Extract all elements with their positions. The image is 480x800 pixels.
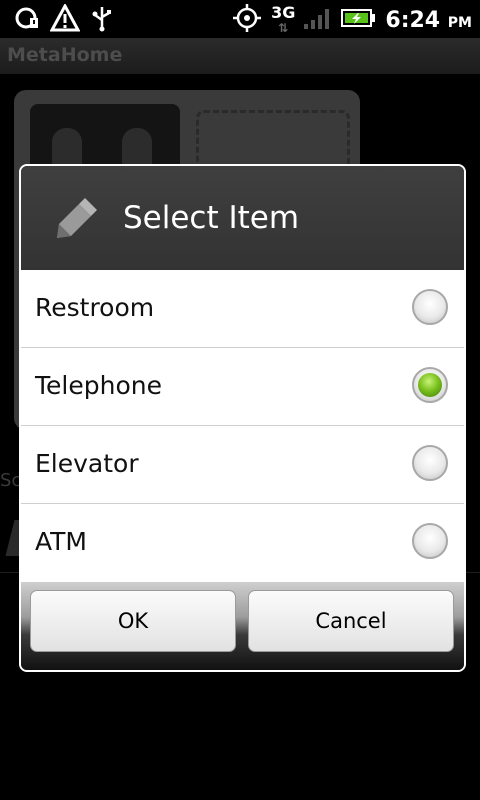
item-label: Restroom: [35, 293, 155, 322]
warning-icon: [49, 2, 81, 36]
dialog-header: Select Item: [21, 166, 464, 270]
item-label: Telephone: [35, 371, 162, 400]
list-item-telephone[interactable]: Telephone: [21, 348, 464, 426]
battery-charging-icon: [341, 8, 377, 32]
usb-icon: [90, 4, 114, 36]
signal-icon: [303, 6, 333, 34]
radio-button-atm[interactable]: [412, 523, 448, 559]
radio-button-restroom[interactable]: [412, 289, 448, 325]
item-label: Elevator: [35, 449, 139, 478]
notification-icons: [14, 2, 114, 36]
clock: 6:24 PM: [385, 8, 472, 33]
clock-ampm: PM: [447, 14, 472, 31]
ok-button[interactable]: OK: [30, 590, 236, 652]
list-item-atm[interactable]: ATM: [21, 504, 464, 582]
list-item-restroom[interactable]: Restroom: [21, 270, 464, 348]
app-title-bar: MetaHome: [0, 38, 480, 74]
select-item-dialog: Select Item Restroom Telephone Elevator …: [19, 164, 466, 672]
gps-icon: [231, 2, 263, 38]
restroom-man-icon: [52, 128, 82, 168]
status-bar: 3G ⇅ 6:24 PM: [0, 0, 480, 38]
dialog-button-bar: OK Cancel: [21, 582, 464, 670]
cancel-button[interactable]: Cancel: [248, 590, 454, 652]
list-item-elevator[interactable]: Elevator: [21, 426, 464, 504]
item-list: Restroom Telephone Elevator ATM: [21, 270, 464, 582]
network-3g-icon: 3G ⇅: [271, 2, 296, 35]
pencil-icon: [49, 194, 99, 248]
system-indicators: 3G ⇅ 6:24 PM: [231, 2, 472, 38]
dialog-title: Select Item: [123, 200, 300, 236]
sync-alert-icon: [14, 5, 40, 35]
app-title: MetaHome: [7, 44, 123, 66]
radio-button-elevator[interactable]: [412, 445, 448, 481]
clock-time: 6:24: [385, 7, 441, 33]
radio-button-telephone[interactable]: [412, 367, 448, 403]
network-type: 3G: [271, 2, 296, 22]
restroom-woman-icon: [122, 128, 152, 168]
item-label: ATM: [35, 527, 88, 556]
